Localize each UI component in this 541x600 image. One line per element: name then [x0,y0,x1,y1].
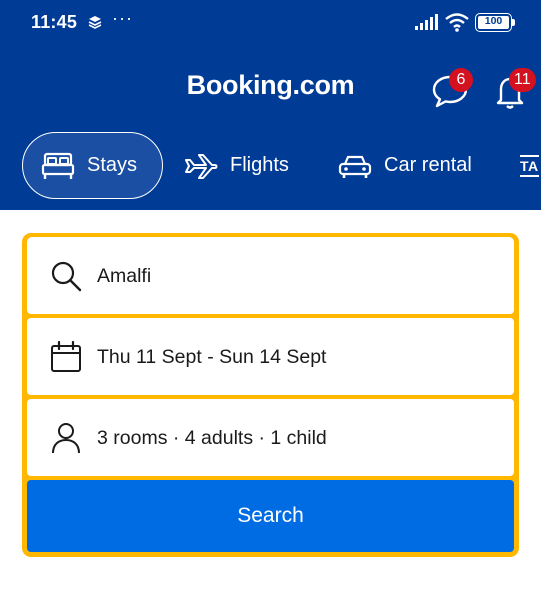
product-tabs: Stays Flights Car rental TA [0,132,541,200]
car-icon [338,155,372,178]
bed-icon [41,152,75,179]
search-icon [51,261,82,292]
layers-icon [88,16,102,29]
guests-field[interactable]: 3 rooms · 4 adults · 1 child [27,399,514,476]
battery-icon: 100 [475,13,512,32]
messages-badge: 6 [449,68,473,92]
wifi-icon [445,13,469,32]
tab-stays[interactable]: Stays [22,132,163,199]
app-header: 11:45 ··· 100 Booking.com 6 11 Stays Fli… [0,0,541,210]
dates-value: Thu 11 Sept - Sun 14 Sept [97,346,327,368]
tab-car-rental-label: Car rental [384,154,472,176]
battery-level: 100 [484,15,503,27]
status-more-icon: ··· [112,8,133,28]
signal-icon [415,14,438,30]
tab-taxi[interactable]: TA [520,132,541,199]
status-bar: 11:45 ··· 100 [0,0,541,46]
search-button[interactable]: Search [27,480,514,552]
tab-flights-label: Flights [230,154,289,176]
notifications-button[interactable]: 11 [492,68,538,112]
taxi-icon: TA [520,154,539,177]
battery-tip [512,19,515,26]
status-time: 11:45 [31,12,78,32]
person-icon [52,423,80,454]
calendar-icon [51,340,81,372]
dates-field[interactable]: Thu 11 Sept - Sun 14 Sept [27,318,514,395]
destination-value: Amalfi [97,265,152,287]
tab-flights[interactable]: Flights [184,132,289,199]
guests-value: 3 rooms · 4 adults · 1 child [97,427,327,449]
tab-stays-label: Stays [87,154,138,176]
tab-car-rental[interactable]: Car rental [338,132,472,199]
notifications-badge: 11 [509,68,536,92]
messages-button[interactable]: 6 [431,68,477,112]
plane-icon [185,153,218,179]
search-box: Amalfi Thu 11 Sept - Sun 14 Sept 3 rooms… [22,233,519,557]
destination-field[interactable]: Amalfi [27,237,514,314]
